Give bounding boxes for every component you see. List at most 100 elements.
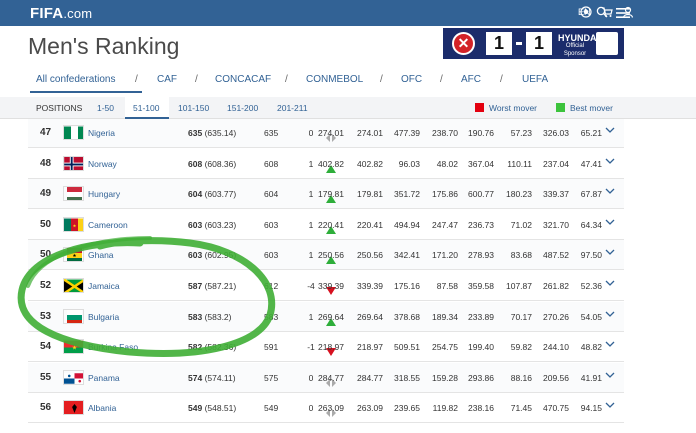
top-navigation-bar: FIFA.com EN — [0, 0, 696, 26]
expand-chevron-icon[interactable] — [605, 248, 615, 256]
table-row[interactable]: 54 Burkina Faso 582 (582.36) 591 -1 218.97 218… — [28, 332, 624, 363]
stat-cell: 339.39 — [318, 281, 344, 291]
expand-chevron-icon[interactable] — [605, 310, 615, 318]
stat-cell: 67.87 — [580, 189, 602, 200]
team-name-link[interactable]: Bulgaria — [88, 302, 119, 332]
expand-chevron-icon[interactable] — [605, 371, 615, 379]
sponsor-banner[interactable]: ✕ 1 1 HYUNDAI Official Sponsor — [443, 28, 624, 59]
rank-cell: 55 — [40, 371, 52, 383]
range-101-150[interactable]: 101-150 — [178, 103, 209, 113]
range-1-50[interactable]: 1-50 — [97, 103, 114, 113]
stat-cell: 110.11 — [507, 158, 532, 169]
tab-all-confederations[interactable]: All confederations — [36, 74, 116, 85]
previous-points-cell: 603 — [264, 250, 279, 261]
table-row[interactable]: 50 Cameroon 603 (603.23) 603 1 220.41 220.41 49… — [28, 209, 624, 240]
stat-cell: 274.01 — [318, 128, 344, 138]
stat-cell: 239.65 — [394, 403, 420, 414]
search-icon[interactable] — [596, 6, 608, 18]
stat-cell: 269.64 — [357, 311, 383, 322]
stat-cell: 487.52 — [543, 250, 569, 261]
stat-cell: 600.77 — [468, 189, 494, 200]
stat-cell: 171.20 — [432, 250, 458, 261]
stat-cell: 218.97 — [318, 342, 344, 353]
previous-points-cell: 635 — [264, 128, 279, 138]
stat-cell: 83.68 — [510, 250, 532, 261]
tab-ofc[interactable]: OFC — [401, 74, 422, 85]
stat-cell: 402.82 — [357, 158, 383, 169]
team-name-link[interactable]: Albania — [88, 393, 116, 423]
table-row[interactable]: 52 Jamaica 587 (587.21) 612 -4 339.39 339.39 17… — [28, 271, 624, 301]
stat-cell: 65.21 — [580, 128, 602, 138]
team-name-link[interactable]: Ghana — [88, 240, 114, 270]
stat-cell: 179.81 — [357, 189, 383, 200]
expand-chevron-icon[interactable] — [605, 401, 615, 409]
stat-cell: 233.89 — [468, 311, 494, 322]
stat-cell: 509.51 — [394, 342, 420, 353]
hamburger-menu-icon[interactable] — [616, 8, 630, 18]
expand-chevron-icon[interactable] — [605, 157, 615, 165]
team-name-link[interactable]: Norway — [88, 149, 117, 179]
rank-cell: 54 — [40, 341, 52, 353]
team-name-link[interactable]: Cameroon — [88, 210, 128, 240]
fifa-logo[interactable]: FIFA.com — [30, 5, 92, 22]
stat-cell: 238.16 — [468, 403, 494, 414]
stat-cell: 97.50 — [580, 250, 602, 261]
table-row[interactable]: 50 Ghana 603 (602.95) 603 1 250.56 250.56 342.4… — [28, 240, 624, 271]
expand-chevron-icon[interactable] — [605, 279, 615, 287]
language-selector[interactable]: EN — [578, 7, 591, 17]
stat-cell: 238.70 — [432, 128, 458, 138]
stat-cell: 278.93 — [468, 250, 494, 261]
table-row[interactable]: 47 Nigeria 635 (635.14) 635 0 274.01 274.01 477… — [28, 119, 624, 148]
expand-chevron-icon[interactable] — [605, 187, 615, 195]
team-name-link[interactable]: Burkina Faso — [88, 332, 138, 362]
best-mover-label[interactable]: Best mover — [570, 103, 613, 113]
table-row[interactable]: 49 Hungary 604 (603.77) 604 1 179.81 179.81 351… — [28, 179, 624, 210]
rank-cell: 53 — [40, 310, 52, 322]
stat-cell: 237.04 — [543, 158, 569, 169]
tab-concacaf[interactable]: CONCACAF — [215, 74, 271, 85]
rank-cell: 50 — [40, 218, 52, 230]
team-name-link[interactable]: Panama — [88, 363, 120, 393]
banner-score-away: 1 — [526, 32, 552, 55]
previous-points-cell: 583 — [264, 311, 279, 322]
range-201-211[interactable]: 201-211 — [277, 103, 308, 113]
stat-cell: 339.37 — [543, 189, 569, 200]
stat-cell: 87.58 — [436, 281, 458, 291]
stat-cell: 48.82 — [580, 342, 602, 353]
table-row[interactable]: 55 Panama 574 (574.11) 575 0 284.77 284.77 318.… — [28, 362, 624, 393]
worst-mover-swatch — [475, 103, 484, 112]
stat-cell: 94.15 — [580, 403, 602, 414]
expand-chevron-icon[interactable] — [605, 126, 615, 134]
rank-cell: 50 — [40, 249, 52, 261]
cameroon-flag-icon — [63, 216, 84, 232]
tab-afc[interactable]: AFC — [461, 74, 481, 85]
expand-chevron-icon[interactable] — [605, 340, 615, 348]
team-name-link[interactable]: Nigeria — [88, 119, 115, 148]
tab-separator: / — [380, 74, 383, 85]
worst-mover-label[interactable]: Worst mover — [489, 103, 537, 113]
tab-caf[interactable]: CAF — [157, 74, 177, 85]
stat-cell: 190.76 — [468, 128, 494, 138]
tab-uefa[interactable]: UEFA — [522, 74, 548, 85]
team-name-link[interactable]: Jamaica — [88, 271, 120, 301]
tab-conmebol[interactable]: CONMEBOL — [306, 74, 363, 85]
stat-cell: 269.64 — [318, 311, 344, 322]
total-points-cell: 608 (608.36) — [188, 158, 237, 169]
table-row[interactable]: 53 Bulgaria 583 (583.2) 583 1 269.64 269.64 378… — [28, 301, 624, 332]
stat-cell: 48.02 — [436, 158, 458, 169]
stat-cell: 244.10 — [543, 342, 569, 353]
tab-separator: / — [440, 74, 443, 85]
total-points-cell: 603 (603.23) — [188, 219, 237, 230]
stat-cell: 250.56 — [318, 250, 344, 261]
table-row[interactable]: 48 Norway 608 (608.36) 608 1 402.82 402.82 96.0… — [28, 148, 624, 179]
stat-cell: 180.23 — [506, 189, 532, 200]
stat-cell: 477.39 — [394, 128, 420, 138]
team-name-link[interactable]: Hungary — [88, 179, 120, 209]
previous-points-cell: 612 — [264, 281, 279, 291]
range-51-100[interactable]: 51-100 — [133, 103, 159, 113]
stat-cell: 321.70 — [543, 219, 569, 230]
expand-chevron-icon[interactable] — [605, 218, 615, 226]
range-151-200[interactable]: 151-200 — [227, 103, 258, 113]
total-points-cell: 583 (583.2) — [188, 311, 232, 322]
table-row[interactable]: 56 Albania 549 (548.51) 549 0 263.09 263.09 239… — [28, 393, 624, 424]
